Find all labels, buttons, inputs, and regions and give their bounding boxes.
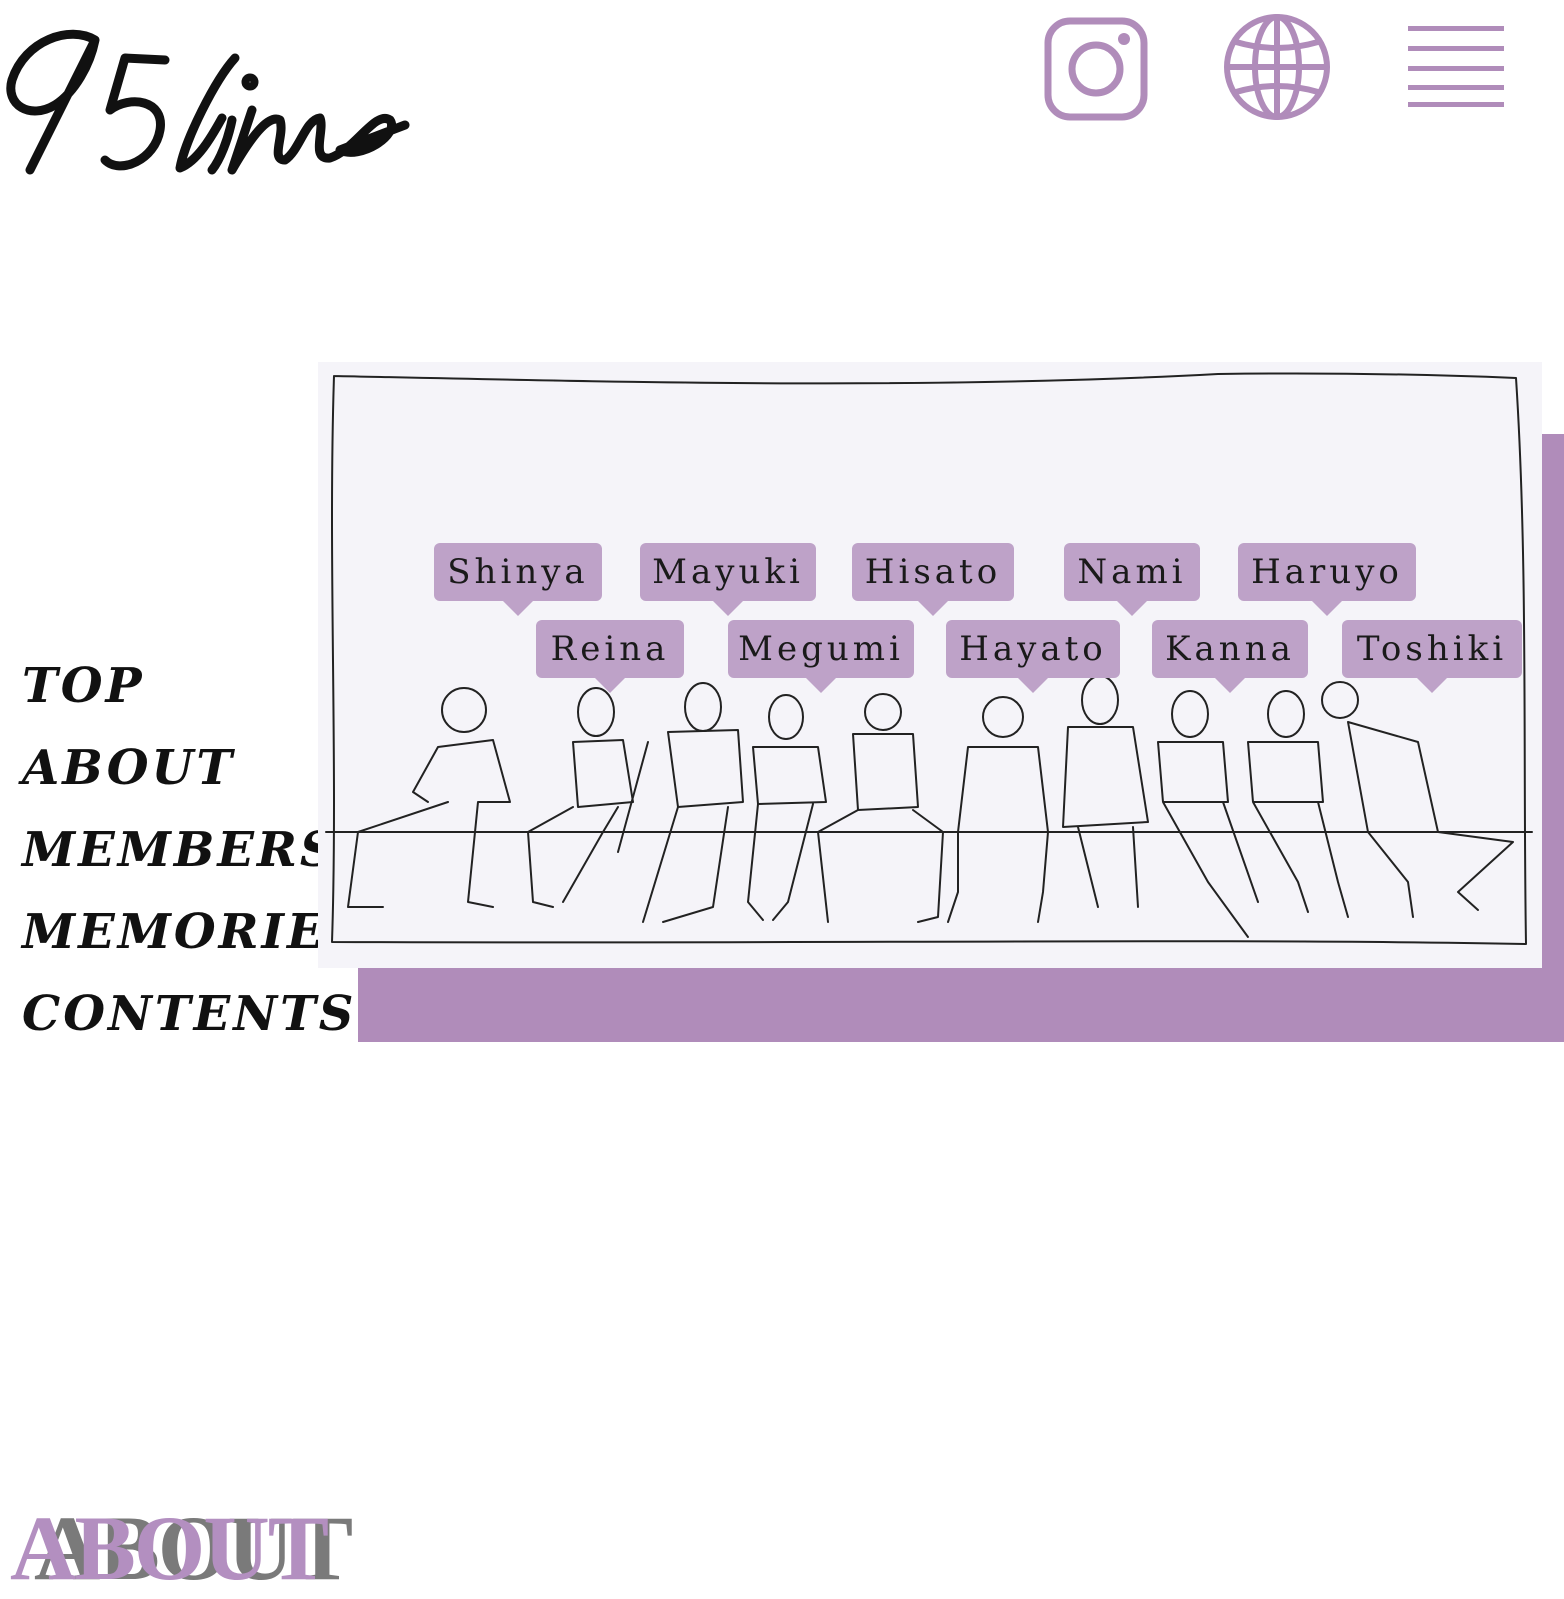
nav-item-memories[interactable]: MEMORIES xyxy=(22,896,364,978)
member-tag-hisato[interactable]: Hisato xyxy=(852,543,1014,616)
menu-icon[interactable] xyxy=(1404,22,1508,112)
nav-item-members[interactable]: MEMBERS xyxy=(22,814,364,896)
about-heading: ABOUT xyxy=(10,1497,329,1599)
instagram-icon[interactable] xyxy=(1044,17,1148,121)
member-tag-haruyo[interactable]: Haruyo xyxy=(1238,543,1416,616)
brand-logo[interactable] xyxy=(0,10,420,185)
nav-item-top[interactable]: TOP xyxy=(22,650,364,732)
member-tag-reina[interactable]: Reina xyxy=(536,620,684,693)
nav-item-about[interactable]: ABOUT xyxy=(22,732,364,814)
member-tag-shinya[interactable]: Shinya xyxy=(434,543,602,616)
members-illustration: Shinya Mayuki Hisato Nami Haruyo Reina M… xyxy=(318,362,1542,968)
main-nav: TOP ABOUT MEMBERS MEMORIES CONTENTS xyxy=(22,650,364,1060)
globe-icon[interactable] xyxy=(1222,12,1332,122)
member-tag-nami[interactable]: Nami xyxy=(1064,543,1200,616)
member-tag-hayato[interactable]: Hayato xyxy=(946,620,1120,693)
member-tag-megumi[interactable]: Megumi xyxy=(728,620,914,693)
member-tag-mayuki[interactable]: Mayuki xyxy=(640,543,816,616)
member-tag-toshiki[interactable]: Toshiki xyxy=(1342,620,1522,693)
nav-item-contents[interactable]: CONTENTS xyxy=(22,978,364,1060)
member-tag-kanna[interactable]: Kanna xyxy=(1152,620,1308,693)
